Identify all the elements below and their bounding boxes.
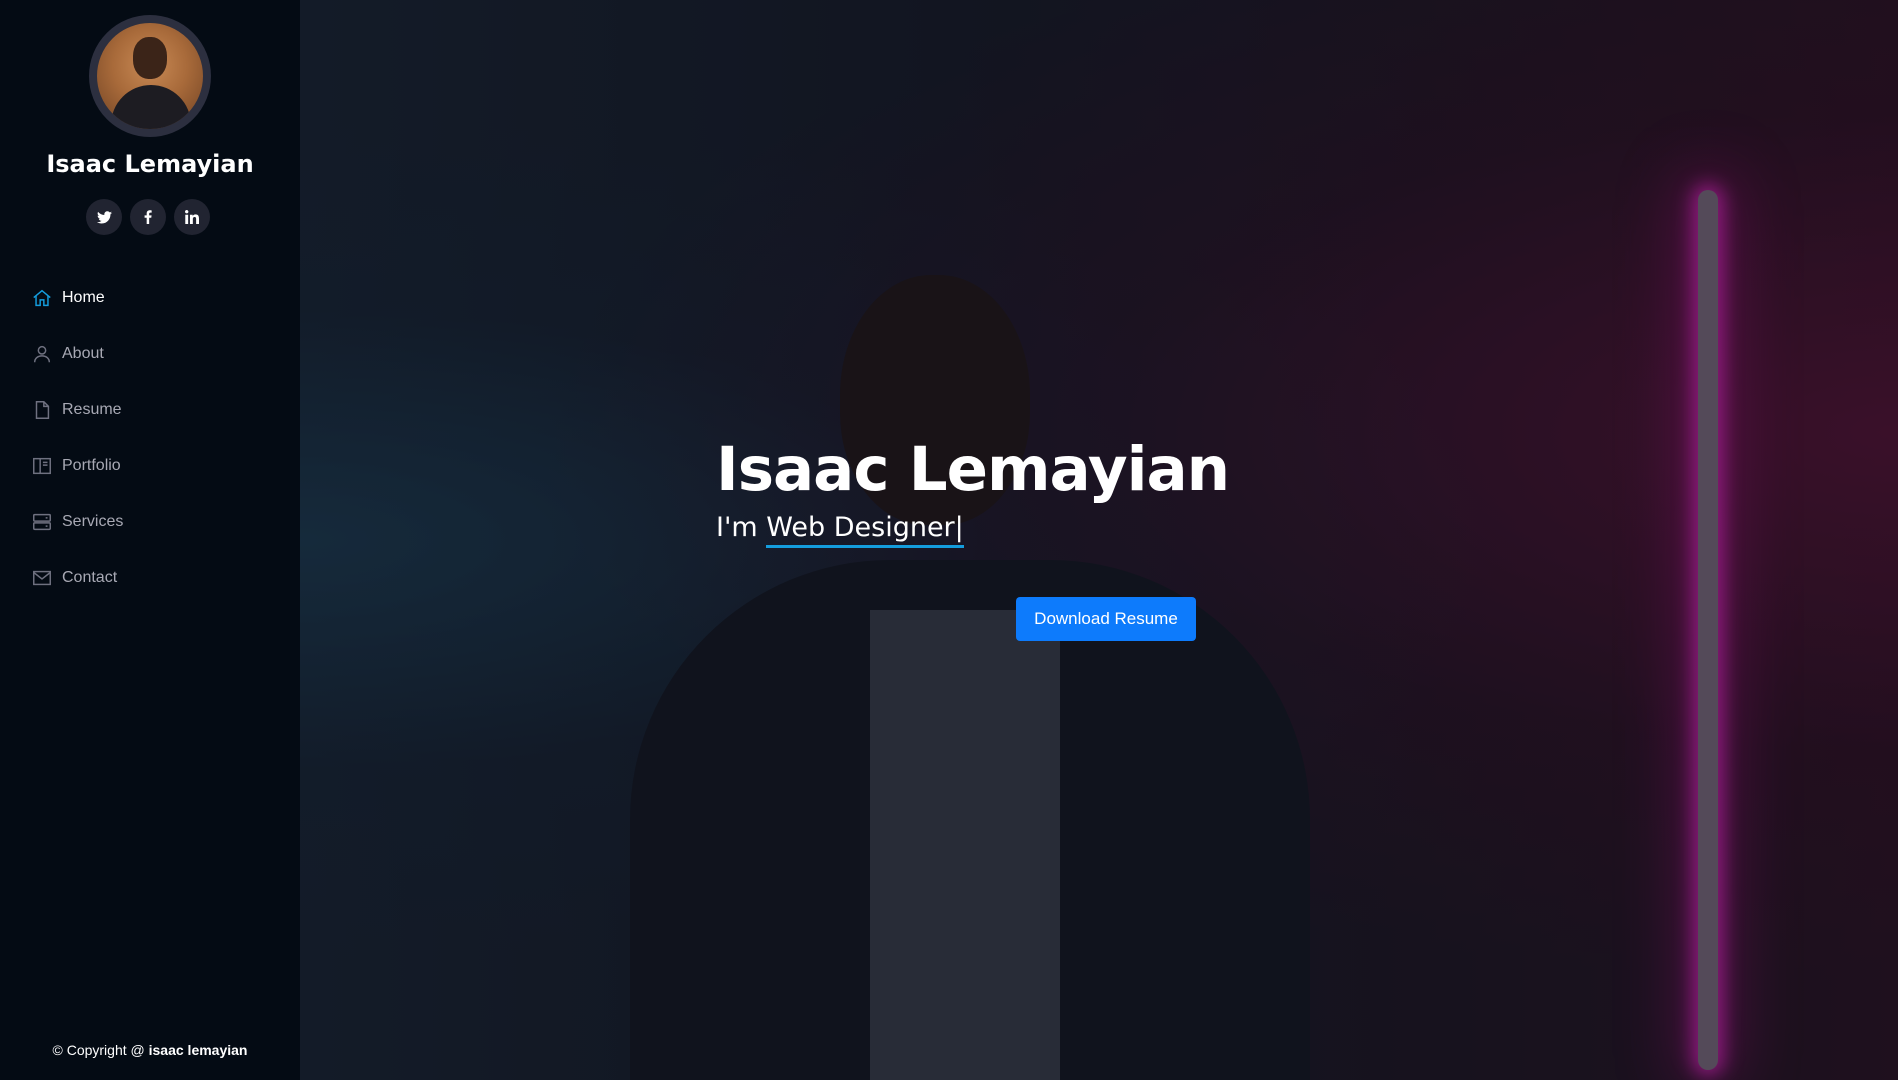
nav-item-portfolio[interactable]: Portfolio: [0, 438, 300, 494]
hero-prefix: I'm: [716, 512, 767, 543]
hero-subtitle: I'm Web Designer|: [716, 512, 1229, 548]
nav-item-label: Resume: [62, 401, 122, 418]
hero-content: Isaac Lemayian I'm Web Designer|: [716, 430, 1230, 548]
linkedin-icon[interactable]: [174, 199, 210, 235]
nav-item-label: About: [62, 345, 104, 362]
copyright: © Copyright @ isaac lemayian: [0, 1042, 300, 1058]
profile-name: Isaac Lemayian: [46, 150, 254, 178]
nav-item-label: Contact: [62, 569, 118, 586]
nav-item-label: Home: [62, 289, 105, 306]
nav-menu: Home About Resume Portfolio Services Con…: [0, 270, 300, 606]
server-icon: [31, 511, 53, 533]
envelope-icon: [31, 567, 53, 589]
twitter-icon[interactable]: [86, 199, 122, 235]
download-resume-button[interactable]: Download Resume: [1016, 597, 1196, 641]
nav-item-label: Portfolio: [62, 457, 121, 474]
file-icon: [31, 399, 53, 421]
nav-item-label: Services: [62, 513, 124, 530]
avatar: [89, 15, 211, 137]
book-icon: [31, 455, 53, 477]
copyright-prefix: © Copyright @: [52, 1042, 149, 1058]
sidebar: Isaac Lemayian Home About Resume Portfol…: [0, 0, 300, 1080]
typed-cursor: |: [954, 512, 964, 543]
nav-item-services[interactable]: Services: [0, 494, 300, 550]
social-links: [86, 199, 210, 235]
nav-item-resume[interactable]: Resume: [0, 382, 300, 438]
hero-section: Isaac Lemayian I'm Web Designer| Downloa…: [300, 0, 1898, 1080]
nav-item-about[interactable]: About: [0, 326, 300, 382]
nav-item-home[interactable]: Home: [0, 270, 300, 326]
user-icon: [31, 343, 53, 365]
facebook-icon[interactable]: [130, 199, 166, 235]
typed-text: Web Designer|: [766, 512, 964, 548]
hero-title: Isaac Lemayian: [716, 434, 1230, 505]
nav-item-contact[interactable]: Contact: [0, 550, 300, 606]
home-icon: [31, 287, 53, 309]
copyright-owner: isaac lemayian: [148, 1042, 248, 1058]
